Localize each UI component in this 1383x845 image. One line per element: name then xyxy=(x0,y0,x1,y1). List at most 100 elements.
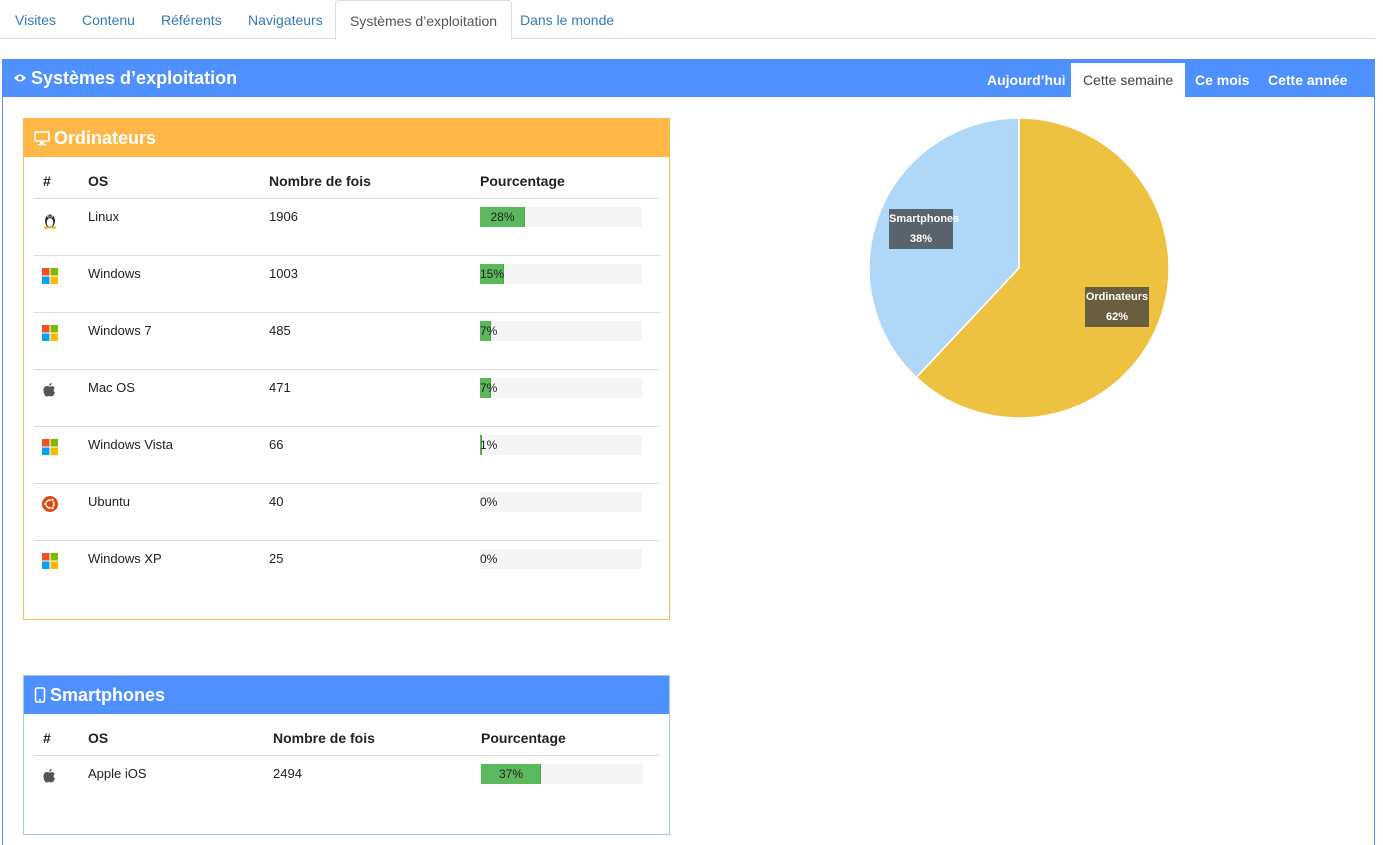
pie-label-name: Smartphones xyxy=(889,213,960,225)
os-icon-cell xyxy=(34,198,88,255)
tab-navigateurs[interactable]: Navigateurs xyxy=(234,0,337,40)
table-row: Windows 7 485 7% xyxy=(34,311,660,369)
table-row: Mac OS 471 7% xyxy=(34,368,660,426)
tab-visites[interactable]: Visites xyxy=(1,0,70,40)
period-this-week[interactable]: Cette semaine xyxy=(1071,63,1186,97)
col-os: OS xyxy=(88,718,273,756)
os-name: Linux xyxy=(88,208,120,224)
col-percent: Pourcentage xyxy=(481,718,660,756)
table-row: Windows 1003 15% xyxy=(34,254,660,312)
os-icon-cell xyxy=(34,539,88,597)
windows-icon xyxy=(42,438,60,457)
os-icon-cell xyxy=(34,368,88,426)
table-row: Windows Vista 66 1% xyxy=(34,425,660,483)
smartphones-title: Smartphones xyxy=(50,685,166,705)
panel-title-text: Systèmes d’exploitation xyxy=(31,68,238,88)
progress-bar: 7% xyxy=(480,377,642,398)
os-name: Windows XP xyxy=(88,539,269,597)
progress-bar-label: 15% xyxy=(480,266,505,281)
smartphones-panel-header: Smartphones xyxy=(24,676,669,714)
col-count: Nombre de fois xyxy=(269,161,480,199)
progress-bar: 0% xyxy=(480,548,642,569)
col-count: Nombre de fois xyxy=(273,718,481,756)
pie-chart-svg xyxy=(868,117,1170,419)
os-name: Ubuntu xyxy=(88,482,269,540)
os-percent-cell: 37% xyxy=(481,755,660,795)
period-this-year[interactable]: Cette année xyxy=(1256,63,1359,97)
apple-icon xyxy=(42,382,60,400)
os-icon-cell xyxy=(34,254,88,312)
os-percent-cell: 7% xyxy=(480,368,660,426)
os-percent-cell: 0% xyxy=(480,539,660,597)
windows-icon xyxy=(42,552,60,571)
pie-label-smartphones: Smartphones 38% xyxy=(889,209,960,249)
smartphones-table: # OS Nombre de fois Pourcentage Apple iO… xyxy=(34,718,660,795)
progress-bar: 28% xyxy=(480,206,642,227)
os-icon-cell xyxy=(34,755,88,795)
pie-label-name: Ordinateurs xyxy=(1085,291,1149,303)
computers-panel-header: Ordinateurs xyxy=(24,119,669,157)
progress-bar-label: 37% xyxy=(498,766,524,781)
windows-icon xyxy=(42,267,60,286)
ubuntu-icon xyxy=(42,495,60,514)
os-count: 25 xyxy=(269,539,480,597)
computers-title: Ordinateurs xyxy=(54,128,157,148)
col-percent: Pourcentage xyxy=(480,161,660,199)
os-count: 485 xyxy=(269,311,480,369)
os-count: 2494 xyxy=(273,765,302,781)
progress-bar-label: 7% xyxy=(480,323,498,338)
pie-label-value: 38% xyxy=(909,233,933,245)
os-icon-cell xyxy=(34,482,88,540)
progress-bar: 0% xyxy=(480,491,642,512)
tab-contenu[interactable]: Contenu xyxy=(68,0,149,40)
progress-bar-label: 28% xyxy=(490,209,515,224)
progress-bar: 7% xyxy=(480,320,642,341)
progress-bar-label: 1% xyxy=(480,437,498,452)
col-os: OS xyxy=(88,161,269,199)
table-row: Linux 1906 28% xyxy=(34,198,660,255)
progress-bar: 37% xyxy=(481,763,643,784)
computers-table: # OS Nombre de fois Pourcentage Linux 190… xyxy=(34,161,660,597)
os-percent-cell: 0% xyxy=(480,482,660,540)
apple-icon xyxy=(42,768,60,786)
os-percent-cell: 1% xyxy=(480,425,660,483)
col-index: # xyxy=(34,718,88,756)
panel-title: Systèmes d’exploitation xyxy=(13,60,237,97)
progress-bar-label: 0% xyxy=(480,551,498,566)
os-pie-chart: Ordinateurs 62% Smartphones 38% xyxy=(866,116,1172,425)
os-percent-cell: 7% xyxy=(480,311,660,369)
progress-bar: 1% xyxy=(480,434,642,455)
table-row: Windows XP 25 0% xyxy=(34,539,660,597)
pie-label-value: 62% xyxy=(1105,311,1129,323)
linux-icon xyxy=(42,211,60,229)
os-name: Windows xyxy=(88,254,269,312)
mobile-icon xyxy=(34,687,46,704)
computers-panel: Ordinateurs # OS Nombre de fois Pourcent… xyxy=(23,118,670,620)
os-count: 1906 xyxy=(269,208,298,224)
os-count: 1003 xyxy=(269,254,480,312)
os-count: 40 xyxy=(269,482,480,540)
tab-referents[interactable]: Référents xyxy=(147,0,236,40)
smartphones-panel: Smartphones # OS Nombre de fois Pourcent… xyxy=(23,675,670,835)
desktop-icon xyxy=(34,131,50,146)
progress-bar-label: 0% xyxy=(480,494,498,509)
tab-dans-le-monde[interactable]: Dans le monde xyxy=(506,0,628,40)
os-name: Windows 7 xyxy=(88,311,269,369)
panel-header: Systèmes d’exploitation Aujourd’hui Cett… xyxy=(3,60,1374,97)
eye-icon xyxy=(14,74,26,82)
section-tabs: Visites Contenu Référents Navigateurs Sy… xyxy=(0,0,1375,40)
windows-icon xyxy=(42,324,60,343)
os-icon-cell xyxy=(34,311,88,369)
os-percent-cell: 28% xyxy=(480,198,660,255)
os-name: Windows Vista xyxy=(88,425,269,483)
period-today[interactable]: Aujourd’hui xyxy=(975,63,1078,97)
os-name: Mac OS xyxy=(88,368,269,426)
pie-label-ordinateurs: Ordinateurs 62% xyxy=(1085,287,1149,327)
period-this-month[interactable]: Ce mois xyxy=(1183,63,1261,97)
progress-bar-label: 7% xyxy=(480,380,498,395)
tab-systemes-exploitation[interactable]: Systèmes d’exploitation xyxy=(335,0,513,40)
os-icon-cell xyxy=(34,425,88,483)
table-row: Apple iOS 2494 37% xyxy=(34,755,660,795)
progress-bar: 15% xyxy=(480,263,642,284)
table-row: Ubuntu 40 0% xyxy=(34,482,660,540)
